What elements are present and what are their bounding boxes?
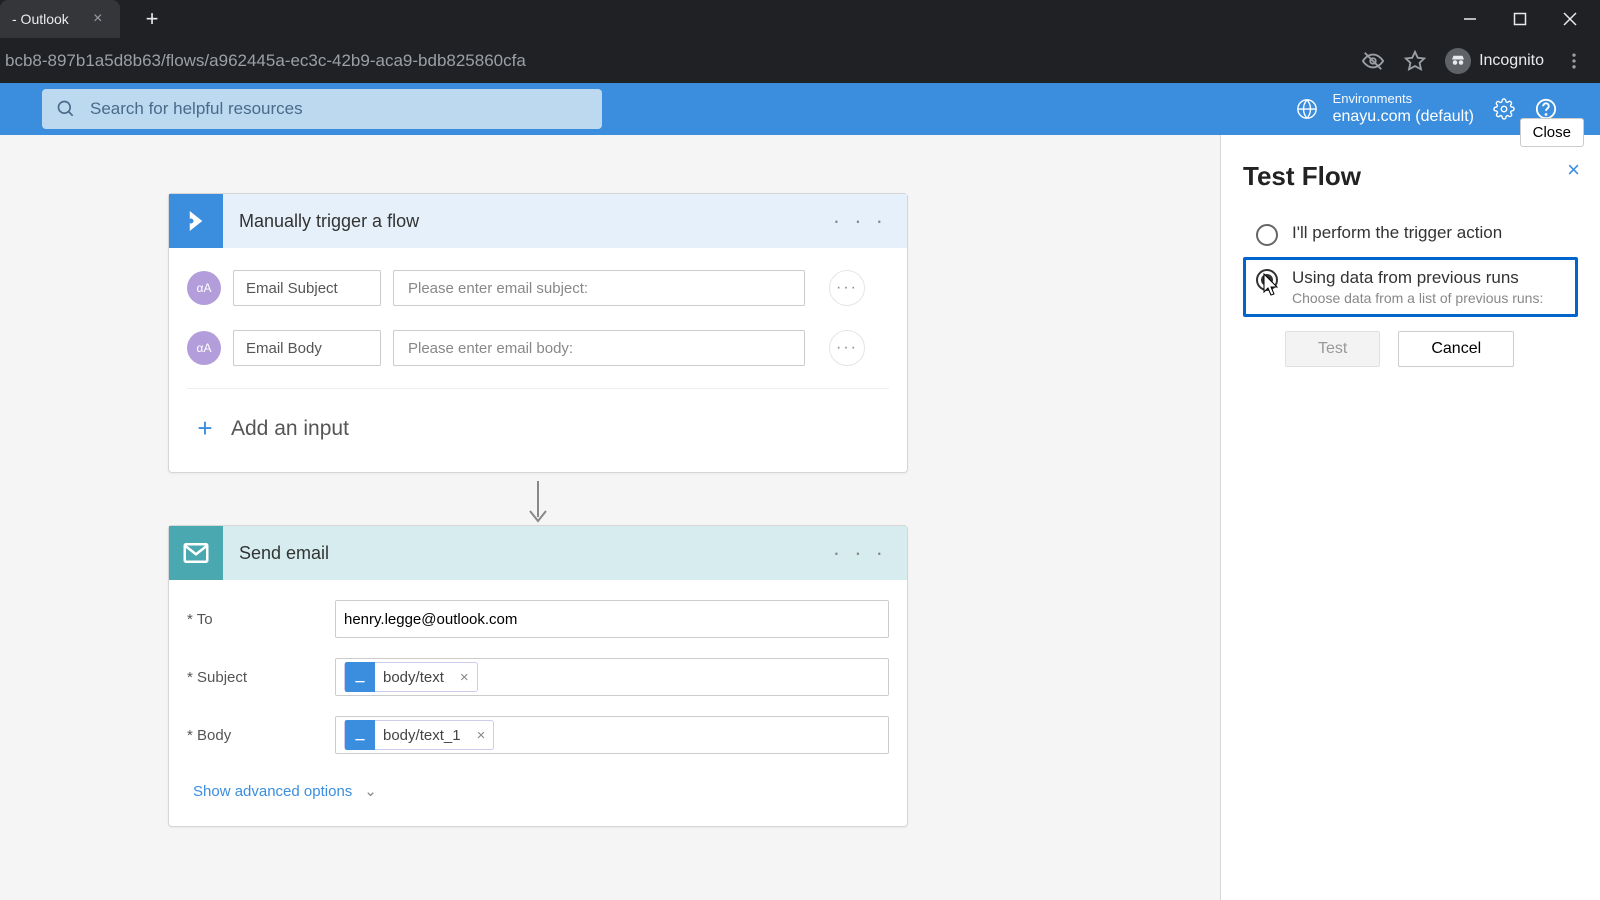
minimize-icon[interactable] bbox=[1458, 7, 1482, 31]
cancel-button[interactable]: Cancel bbox=[1398, 331, 1514, 367]
trigger-card: Manually trigger a flow · · · αA Email S… bbox=[168, 193, 908, 473]
text-type-icon: αA bbox=[187, 331, 221, 365]
text-type-icon: αA bbox=[187, 271, 221, 305]
tab-title: - Outlook bbox=[12, 11, 69, 27]
env-value: enayu.com (default) bbox=[1333, 107, 1474, 127]
input-value[interactable] bbox=[393, 330, 805, 366]
input-row: αA Email Body ··· bbox=[187, 318, 889, 378]
close-window-icon[interactable] bbox=[1558, 7, 1582, 31]
gear-icon[interactable] bbox=[1492, 97, 1516, 121]
app-header: Environments enayu.com (default) bbox=[0, 83, 1600, 135]
token-text: body/text bbox=[375, 669, 452, 686]
show-advanced-label: Show advanced options bbox=[193, 783, 352, 800]
new-tab-button[interactable]: + bbox=[138, 6, 166, 32]
tab-close-icon[interactable]: × bbox=[89, 10, 107, 28]
form-row-to: * To bbox=[187, 590, 889, 648]
url-text[interactable]: bcb8-897b1a5d8b63/flows/a962445a-ec3c-42… bbox=[0, 51, 1361, 71]
input-value[interactable] bbox=[393, 270, 805, 306]
incognito-icon bbox=[1445, 48, 1471, 74]
search-box[interactable] bbox=[42, 89, 602, 129]
action-title: Send email bbox=[239, 543, 813, 564]
form-row-subject: * Subject body/text × bbox=[187, 648, 889, 706]
radio-trigger-action[interactable]: I'll perform the trigger action bbox=[1243, 212, 1578, 257]
row-menu-icon[interactable]: ··· bbox=[829, 330, 865, 366]
token-icon bbox=[345, 720, 375, 750]
form-row-body: * Body body/text_1 × bbox=[187, 706, 889, 764]
globe-icon bbox=[1295, 97, 1319, 121]
browser-chrome: - Outlook × + bcb8-897b1a5d8b63/flows/a9… bbox=[0, 0, 1600, 83]
env-label: Environments bbox=[1333, 91, 1474, 107]
action-card: Send email · · · * To * Subject bbox=[168, 525, 908, 827]
panel-title: Test Flow bbox=[1243, 161, 1578, 192]
star-icon[interactable] bbox=[1403, 49, 1427, 73]
incognito-badge[interactable]: Incognito bbox=[1445, 48, 1544, 74]
radio-sublabel: Choose data from a list of previous runs… bbox=[1292, 290, 1543, 306]
token-remove-icon[interactable]: × bbox=[452, 669, 477, 686]
trigger-icon bbox=[169, 194, 223, 248]
token-remove-icon[interactable]: × bbox=[469, 727, 494, 744]
url-bar: bcb8-897b1a5d8b63/flows/a962445a-ec3c-42… bbox=[0, 38, 1600, 83]
row-menu-icon[interactable]: ··· bbox=[829, 270, 865, 306]
close-tooltip: Close bbox=[1520, 118, 1584, 147]
chevron-down-icon: ⌄ bbox=[364, 782, 377, 800]
to-input[interactable] bbox=[344, 611, 880, 628]
trigger-menu-icon[interactable]: · · · bbox=[813, 194, 907, 248]
tab-strip: - Outlook × + bbox=[0, 0, 1600, 38]
to-label: * To bbox=[187, 611, 335, 628]
test-flow-panel: × Test Flow I'll perform the trigger act… bbox=[1220, 135, 1600, 900]
window-controls bbox=[1458, 7, 1600, 31]
input-label[interactable]: Email Subject bbox=[233, 270, 381, 306]
test-button[interactable]: Test bbox=[1285, 331, 1380, 367]
token-text: body/text_1 bbox=[375, 727, 469, 744]
eye-off-icon[interactable] bbox=[1361, 49, 1385, 73]
token-icon bbox=[345, 662, 375, 692]
environment-text: Environments enayu.com (default) bbox=[1333, 91, 1474, 127]
kebab-menu-icon[interactable] bbox=[1562, 49, 1586, 73]
body-field[interactable]: body/text_1 × bbox=[335, 716, 889, 754]
body-label: * Body bbox=[187, 727, 335, 744]
subject-field[interactable]: body/text × bbox=[335, 658, 889, 696]
radio-icon bbox=[1256, 269, 1278, 291]
maximize-icon[interactable] bbox=[1508, 7, 1532, 31]
panel-close-icon[interactable]: × bbox=[1567, 157, 1580, 183]
arrow-connector bbox=[168, 473, 908, 525]
search-icon bbox=[56, 99, 76, 119]
panel-buttons: Test Cancel bbox=[1243, 331, 1578, 367]
radio-label: Using data from previous runs bbox=[1292, 268, 1543, 288]
add-input-label: Add an input bbox=[231, 417, 349, 441]
radio-previous-runs[interactable]: Using data from previous runs Choose dat… bbox=[1243, 257, 1578, 317]
trigger-header[interactable]: Manually trigger a flow · · · bbox=[169, 194, 907, 248]
search-input[interactable] bbox=[90, 99, 588, 119]
trigger-title: Manually trigger a flow bbox=[239, 211, 813, 232]
action-menu-icon[interactable]: · · · bbox=[813, 526, 907, 580]
show-advanced-link[interactable]: Show advanced options ⌄ bbox=[187, 764, 889, 806]
browser-tab[interactable]: - Outlook × bbox=[0, 0, 120, 38]
to-field[interactable] bbox=[335, 600, 889, 638]
app-body: Manually trigger a flow · · · αA Email S… bbox=[0, 135, 1600, 900]
action-header[interactable]: Send email · · · bbox=[169, 526, 907, 580]
radio-icon bbox=[1256, 224, 1278, 246]
radio-label: I'll perform the trigger action bbox=[1292, 223, 1502, 243]
incognito-label: Incognito bbox=[1479, 52, 1544, 70]
add-input-button[interactable]: + Add an input bbox=[187, 389, 889, 452]
subject-label: * Subject bbox=[187, 669, 335, 686]
email-icon bbox=[169, 526, 223, 580]
input-row: αA Email Subject ··· bbox=[187, 258, 889, 318]
input-label[interactable]: Email Body bbox=[233, 330, 381, 366]
dynamic-token[interactable]: body/text_1 × bbox=[344, 720, 494, 750]
flow-canvas: Manually trigger a flow · · · αA Email S… bbox=[0, 135, 1220, 900]
plus-icon: + bbox=[193, 413, 217, 444]
environment-picker[interactable]: Environments enayu.com (default) bbox=[1295, 91, 1474, 127]
dynamic-token[interactable]: body/text × bbox=[344, 662, 478, 692]
